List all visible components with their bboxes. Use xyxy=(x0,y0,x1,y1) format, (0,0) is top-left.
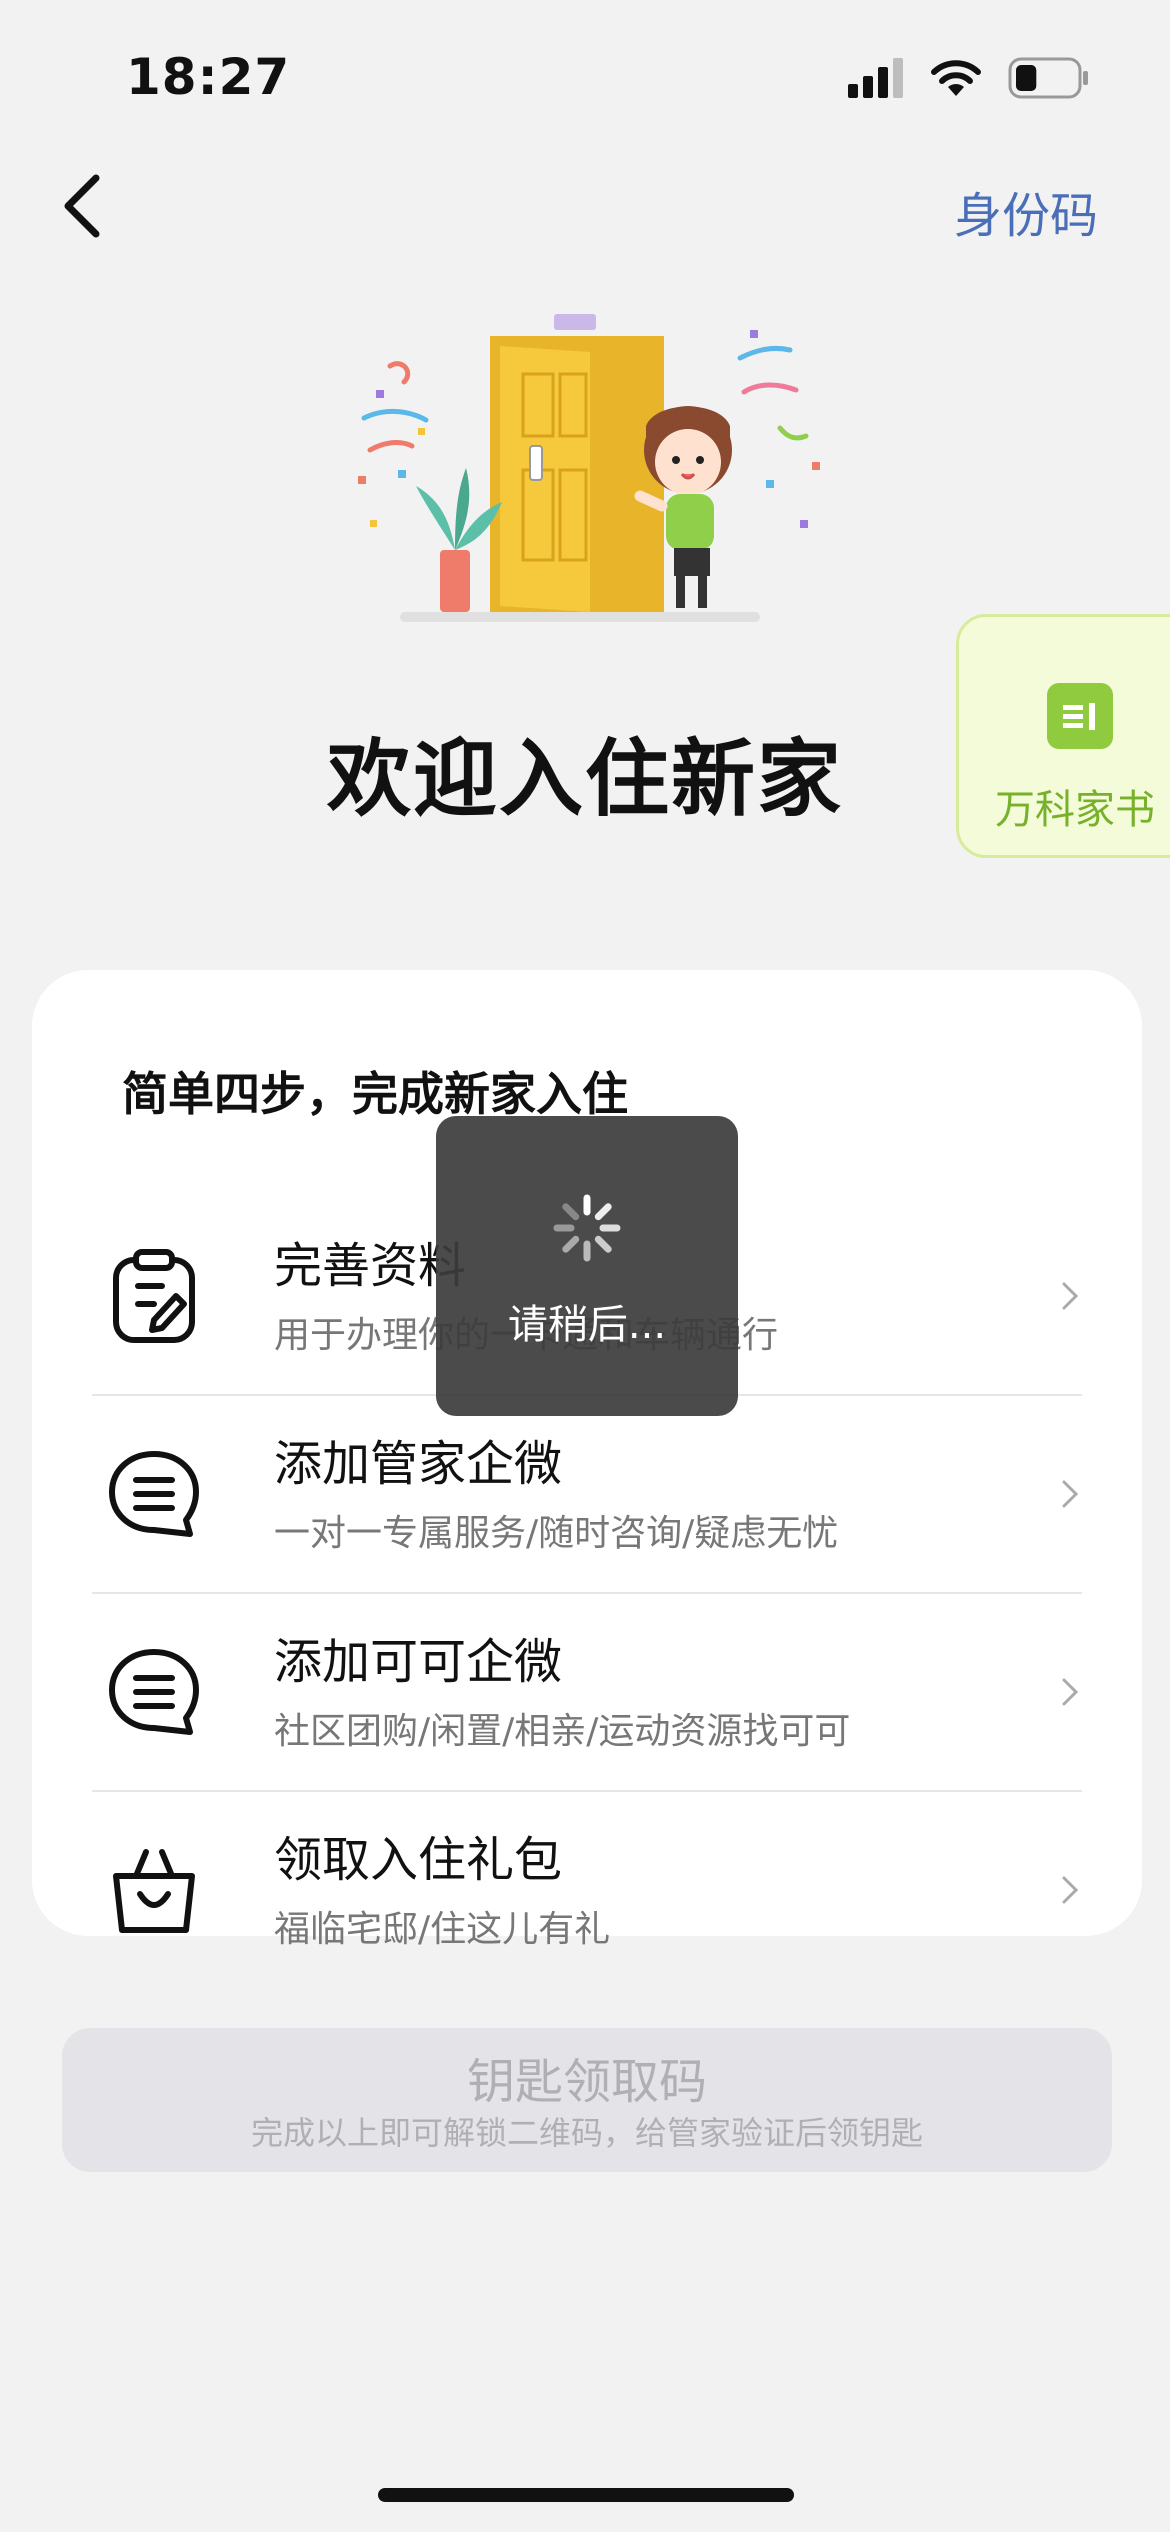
chat-icon xyxy=(109,1649,199,1735)
status-time: 18:27 xyxy=(126,48,291,106)
step-title: 领取入住礼包 xyxy=(274,1832,563,1888)
key-button-title: 钥匙领取码 xyxy=(466,2054,707,2110)
chevron-right-icon xyxy=(1062,1282,1079,1310)
chevron-left-icon xyxy=(64,174,100,238)
loading-toast: 请稍后... xyxy=(436,1116,738,1416)
id-code-link[interactable]: 身份码 xyxy=(954,176,1098,246)
profile-edit-icon xyxy=(113,1249,195,1343)
status-icons xyxy=(848,54,1090,102)
welcome-door-illustration xyxy=(358,314,820,622)
chevron-right-icon xyxy=(1062,1678,1079,1706)
step-claim-gift-pack[interactable]: 领取入住礼包 福临宅邸/住这儿有礼 xyxy=(92,1792,1082,1990)
side-tab-label: 万科家书 xyxy=(995,787,1155,833)
signal-icon xyxy=(848,58,903,98)
side-tab-vanke-letter[interactable]: 万科家书 xyxy=(956,614,1170,858)
home-indicator[interactable] xyxy=(378,2488,794,2502)
back-button[interactable] xyxy=(56,170,112,242)
step-subtitle: 福临宅邸/住这儿有礼 xyxy=(274,1909,611,1950)
step-add-keke-wecom[interactable]: 添加可可企微 社区团购/闲置/相亲/运动资源找可可 xyxy=(92,1594,1082,1792)
step-add-butler-wecom[interactable]: 添加管家企微 一对一专属服务/随时咨询/疑虑无忧 xyxy=(92,1396,1082,1594)
card-title: 简单四步，完成新家入住 xyxy=(122,1067,628,1121)
wifi-icon xyxy=(931,60,981,96)
spinner-icon xyxy=(553,1194,621,1262)
step-subtitle: 一对一专属服务/随时咨询/疑虑无忧 xyxy=(274,1513,839,1554)
loading-message: 请稍后... xyxy=(507,1302,667,1348)
book-icon xyxy=(1047,683,1113,749)
battery-icon xyxy=(1008,57,1088,99)
steps-card: 简单四步，完成新家入住 完善资料 用于办理你的一卡通和车辆通行 添加管家企微 一… xyxy=(32,970,1142,1950)
chevron-right-icon xyxy=(1062,1480,1079,1508)
chat-icon xyxy=(109,1451,199,1537)
key-button-subtitle: 完成以上即可解锁二维码，给管家验证后领钥匙 xyxy=(250,2114,923,2152)
gift-bag-icon xyxy=(113,1849,195,1933)
step-title: 添加可可企微 xyxy=(274,1634,563,1690)
key-pickup-code-button[interactable]: 钥匙领取码 完成以上即可解锁二维码，给管家验证后领钥匙 xyxy=(62,2028,1112,2172)
step-subtitle: 社区团购/闲置/相亲/运动资源找可可 xyxy=(274,1711,851,1752)
chevron-right-icon xyxy=(1062,1876,1079,1904)
step-title: 添加管家企微 xyxy=(274,1436,563,1492)
